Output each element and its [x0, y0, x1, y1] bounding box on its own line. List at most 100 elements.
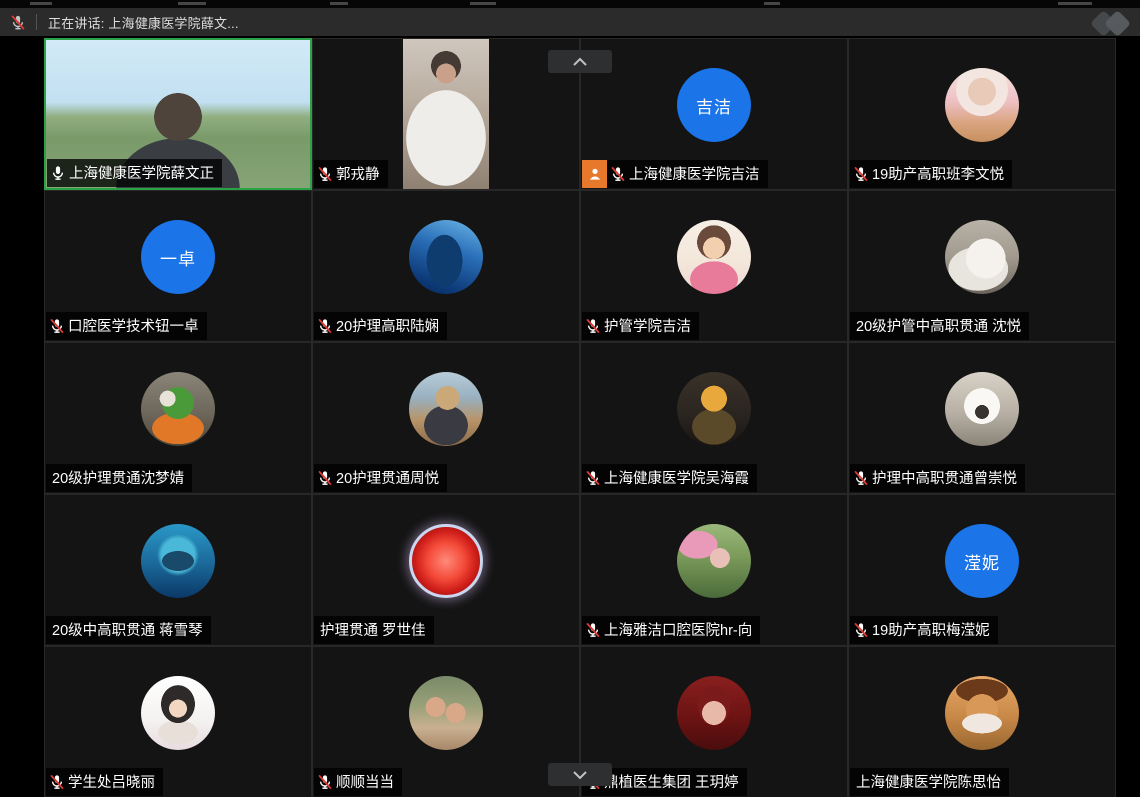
participant-tile-hr-xiang[interactable]: 上海雅洁口腔医院hr-向 — [580, 494, 848, 646]
fragment — [1058, 2, 1092, 5]
participant-name-label: 郭戎静 — [314, 160, 388, 188]
participant-name-label: 学生处吕晓丽 — [46, 768, 163, 796]
participant-tile-lvxiaoli[interactable]: 学生处吕晓丽 — [44, 646, 312, 797]
name-label-wrap: 护理贯通 罗世佳 — [314, 616, 434, 644]
participant-tile-wuhaixia[interactable]: 上海健康医学院吴海霞 — [580, 342, 848, 494]
participant-tile-luoshijia[interactable]: 护理贯通 罗世佳 — [312, 494, 580, 646]
avatar-initials-text: 吉洁 — [696, 93, 732, 118]
avatar-cartoon-angry-man — [945, 676, 1019, 750]
participant-name-label: 20护理高职陆娴 — [314, 312, 447, 340]
participant-tile-huguan-jijie[interactable]: 护管学院吉洁 — [580, 190, 848, 342]
background-window-fragments — [0, 0, 1140, 8]
fragment — [30, 2, 52, 5]
chevron-up-icon — [569, 54, 591, 70]
mic-muted-icon — [853, 470, 869, 486]
video-feed-portrait — [403, 39, 489, 189]
mic-muted-icon — [317, 774, 333, 790]
avatar-photo-child-flowers — [677, 524, 751, 598]
avatar-cartoon-girl-black-hair — [141, 676, 215, 750]
avatar-initials-text: 滢妮 — [964, 549, 1000, 574]
participant-name-label: 20级中高职贯通 蒋雪琴 — [46, 616, 211, 644]
fragment — [330, 2, 348, 5]
participant-name: 鼎植医生集团 王玥婷 — [604, 771, 739, 792]
participant-name-label: 顺顺当当 — [314, 768, 402, 796]
mic-muted-icon — [853, 166, 869, 182]
member-badge — [582, 160, 607, 188]
participant-name: 口腔医学技术钮一卓 — [68, 315, 199, 336]
participant-tile-chensiyi[interactable]: 上海健康医学院陈思怡 — [848, 646, 1116, 797]
participant-name-label: 上海健康医学院吉洁 — [607, 160, 768, 188]
participant-name-label: 上海健康医学院吴海霞 — [582, 464, 757, 492]
participant-name: 护理中高职贯通曾崇悦 — [872, 467, 1017, 488]
participant-tile-shenyue[interactable]: 20级护管中高职贯通 沈悦 — [848, 190, 1116, 342]
name-label-wrap: 19助产高职梅滢妮 — [850, 616, 998, 644]
name-label-wrap: 郭戎静 — [314, 160, 388, 188]
name-label-wrap: 上海健康医学院吉洁 — [582, 160, 768, 188]
participant-name: 护理贯通 罗世佳 — [320, 619, 426, 640]
avatar-photo-white-puppy — [945, 372, 1019, 446]
mic-muted-icon — [610, 166, 626, 182]
participant-name: 20级中高职贯通 蒋雪琴 — [52, 619, 203, 640]
name-label-wrap: 上海健康医学院薛文正 — [47, 159, 222, 187]
scroll-up-button[interactable] — [548, 50, 612, 73]
participant-name-label: 护管学院吉洁 — [582, 312, 699, 340]
participant-name: 护管学院吉洁 — [604, 315, 691, 336]
participant-tile-zengchongyue[interactable]: 护理中高职贯通曾崇悦 — [848, 342, 1116, 494]
participant-name: 20护理贯通周悦 — [336, 467, 439, 488]
avatar-photo-person-hat — [409, 372, 483, 446]
avatar-photo-red-orb — [409, 524, 483, 598]
participant-name: 上海健康医学院吴海霞 — [604, 467, 749, 488]
participant-name: 学生处吕晓丽 — [68, 771, 155, 792]
mic-muted-icon — [585, 318, 601, 334]
avatar-photo-frog-toy — [141, 372, 215, 446]
participant-name: 顺顺当当 — [336, 771, 394, 792]
participant-name-label: 19助产高职班李文悦 — [850, 160, 1012, 188]
participant-tile-meiyingni[interactable]: 滢妮 19助产高职梅滢妮 — [848, 494, 1116, 646]
avatar-photo-woman-pink — [945, 68, 1019, 142]
avatar-initials-text: 一卓 — [160, 245, 196, 270]
scroll-down-button[interactable] — [548, 763, 612, 786]
mic-muted-icon — [317, 318, 333, 334]
participant-grid: 上海健康医学院薛文正 郭戎静 吉洁 上海健康医学院吉洁 — [44, 38, 1116, 797]
participant-name: 上海雅洁口腔医院hr-向 — [604, 619, 752, 640]
meeting-window: { "top_bar": { "speaking_text": "正在讲话: 上… — [0, 0, 1140, 797]
name-label-wrap: 护理中高职贯通曾崇悦 — [850, 464, 1025, 492]
participant-name-label: 口腔医学技术钮一卓 — [46, 312, 207, 340]
name-label-wrap: 护管学院吉洁 — [582, 312, 699, 340]
mic-muted-icon — [317, 470, 333, 486]
participant-name: 郭戎静 — [336, 163, 380, 184]
participant-tile-liwenyue[interactable]: 19助产高职班李文悦 — [848, 38, 1116, 190]
name-label-wrap: 上海健康医学院陈思怡 — [850, 768, 1009, 796]
avatar-photo-dog-samoyed — [945, 220, 1019, 294]
participant-tile-jijie[interactable]: 吉洁 上海健康医学院吉洁 — [580, 38, 848, 190]
mic-muted-icon — [49, 774, 65, 790]
mic-muted-icon — [49, 318, 65, 334]
participant-tile-shenmengjing[interactable]: 20级护理贯通沈梦婧 — [44, 342, 312, 494]
person-icon — [587, 166, 603, 182]
fragment — [178, 2, 206, 5]
participant-name-label: 19助产高职梅滢妮 — [850, 616, 998, 644]
avatar-photo-cat-painting — [677, 372, 751, 446]
participant-tile-wangyueting[interactable]: 鼎植医生集团 王玥婷 — [580, 646, 848, 797]
mic-muted-icon — [585, 622, 601, 638]
mic-on-icon — [50, 165, 66, 181]
mic-muted-icon — [853, 622, 869, 638]
participant-name: 上海健康医学院陈思怡 — [856, 771, 1001, 792]
fragment — [470, 2, 496, 5]
participant-tile-jiangxueqin[interactable]: 20级中高职贯通 蒋雪琴 — [44, 494, 312, 646]
participant-tile-xuewenzheng[interactable]: 上海健康医学院薛文正 — [44, 38, 312, 190]
name-label-wrap: 20护理高职陆娴 — [314, 312, 447, 340]
microphone-muted-icon — [10, 14, 26, 31]
speaking-status-bar: 正在讲话: 上海健康医学院薛文... — [0, 8, 1140, 36]
participant-tile-guorongjing[interactable]: 郭戎静 — [312, 38, 580, 190]
participant-name-label: 上海雅洁口腔医院hr-向 — [582, 616, 760, 644]
speaking-now-text: 正在讲话: 上海健康医学院薛文... — [48, 13, 239, 32]
name-label-wrap: 上海雅洁口腔医院hr-向 — [582, 616, 760, 644]
participant-tile-niuyizhuo[interactable]: 一卓 口腔医学技术钮一卓 — [44, 190, 312, 342]
participant-tile-zhouyue[interactable]: 20护理贯通周悦 — [312, 342, 580, 494]
mic-muted-icon — [585, 470, 601, 486]
participant-tile-luxian[interactable]: 20护理高职陆娴 — [312, 190, 580, 342]
avatar-initials: 滢妮 — [945, 524, 1019, 598]
participant-tile-shunshundangdang[interactable]: 顺顺当当 — [312, 646, 580, 797]
name-label-wrap: 口腔医学技术钮一卓 — [46, 312, 207, 340]
